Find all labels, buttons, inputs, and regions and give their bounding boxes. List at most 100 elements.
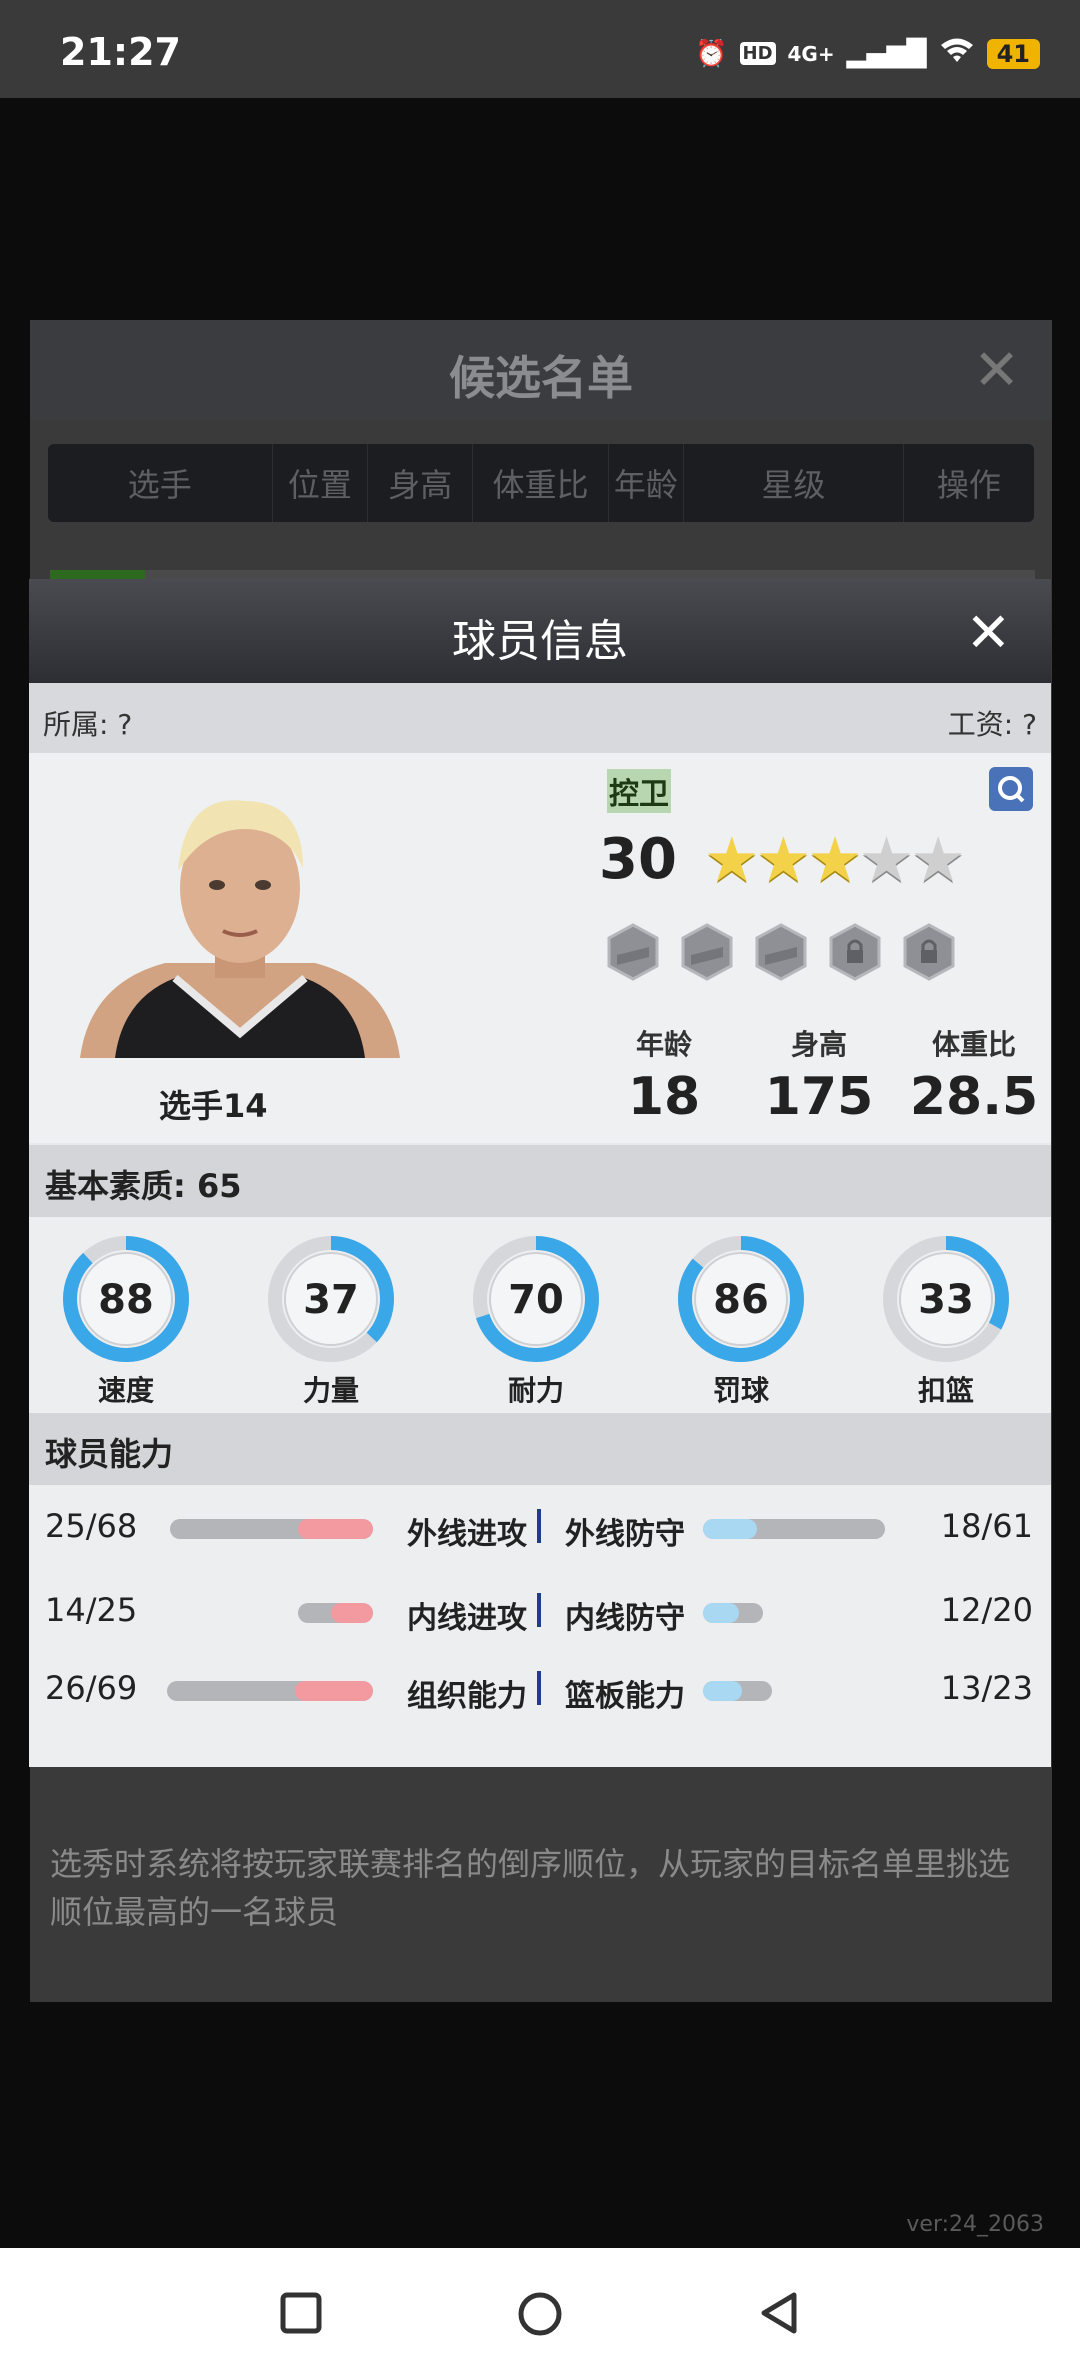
bio-height-value: 175 [764, 1067, 874, 1127]
column-age: 年龄 [609, 444, 685, 522]
basic-quality-title: 基本素质: 65 [45, 1167, 242, 1205]
left-ability-bar [169, 1519, 373, 1539]
basic-stat-gauges: 88 速度 37 力量 70 耐力 86 罚球 33 扣篮 [29, 1217, 1051, 1413]
bio-height-label: 身高 [790, 1028, 847, 1061]
gauge-label: 罚球 [712, 1374, 769, 1407]
gauge-label: 速度 [97, 1374, 154, 1407]
stat-gauge: 37 力量 [256, 1231, 406, 1409]
bio-weight-ratio: 体重比 28.5 [899, 1023, 1049, 1127]
bio-age-value: 18 [627, 1067, 701, 1127]
gauge-value: 70 [508, 1277, 564, 1323]
player-avatar [75, 783, 405, 1063]
left-ability-name: 外线进攻 [407, 1517, 527, 1552]
gauge-value: 33 [918, 1277, 974, 1323]
dialog-body: 所属: ? 工资: ? 选手14 控卫 30 ★★★★★ 年龄 18 身高 17… [29, 683, 1051, 1767]
search-icon[interactable] [989, 767, 1033, 811]
ability-row: 14/25 内线进攻 内线防守 12/20 [29, 1581, 1051, 1641]
player-profile: 选手14 控卫 30 ★★★★★ 年龄 18 身高 175 体重比 28.5 [29, 753, 1051, 1143]
alarm-icon: ⏰ [695, 38, 728, 69]
network-label: 4G+ [787, 41, 835, 66]
gauge-label: 力量 [302, 1374, 359, 1407]
left-ability-bar [298, 1603, 373, 1623]
column-position: 位置 [273, 444, 369, 522]
stat-gauge: 33 扣篮 [871, 1231, 1021, 1409]
column-player: 选手 [48, 444, 273, 522]
candidate-list-columns: 选手 位置 身高 体重比 年龄 星级 操作 [48, 444, 1034, 522]
player-info-dialog: 球员信息 ✕ 所属: ? 工资: ? 选手14 控卫 30 ★★★★★ 年龄 1… [29, 579, 1051, 1767]
ability-divider [537, 1509, 541, 1543]
skill-slot-icon[interactable] [607, 923, 659, 981]
bio-height: 身高 175 [744, 1023, 894, 1127]
locked-skill-icon[interactable] [903, 923, 955, 981]
home-icon[interactable] [516, 2290, 564, 2342]
position-badge: 控卫 [607, 769, 671, 813]
left-ability-value: 26/69 [45, 1669, 138, 1707]
candidate-list-title: 候选名单 [449, 351, 633, 405]
gauge-value: 37 [303, 1277, 359, 1323]
gauge-value: 88 [98, 1277, 154, 1323]
locked-skill-icon[interactable] [829, 923, 881, 981]
stat-gauge: 88 速度 [51, 1231, 201, 1409]
skill-slot-icon[interactable] [755, 923, 807, 981]
ability-divider [537, 1671, 541, 1705]
overall-rating: 30 [599, 827, 677, 892]
left-ability-bar [167, 1681, 373, 1701]
right-ability-value: 13/23 [940, 1669, 1033, 1707]
basic-quality-header: 基本素质: 65 [29, 1145, 1051, 1217]
ability-divider [537, 1593, 541, 1627]
bio-age: 年龄 18 [589, 1023, 739, 1127]
dialog-title: 球员信息 [452, 616, 628, 667]
column-weight-ratio: 体重比 [473, 444, 609, 522]
bio-stats: 年龄 18 身高 175 体重比 28.5 [589, 1023, 1049, 1127]
right-ability-name: 内线防守 [565, 1601, 685, 1636]
ability-title: 球员能力 [45, 1435, 174, 1473]
skill-badges [607, 923, 955, 981]
column-height: 身高 [368, 444, 474, 522]
battery-icon: 41 [986, 38, 1040, 69]
candidate-list-close-icon[interactable]: ✕ [973, 338, 1020, 403]
left-ability-name: 内线进攻 [407, 1601, 527, 1636]
bio-weight-ratio-label: 体重比 [931, 1028, 1016, 1061]
column-stars: 星级 [684, 444, 904, 522]
left-ability-value: 14/25 [45, 1591, 138, 1629]
draft-rule-note: 选秀时系统将按玩家联赛排名的倒序顺位，从玩家的目标名单里挑选顺位最高的一名球员 [50, 1845, 1011, 1931]
ability-row: 26/69 组织能力 篮板能力 13/23 [29, 1659, 1051, 1719]
ability-row: 25/68 外线进攻 外线防守 18/61 [29, 1497, 1051, 1557]
affiliation-label: 所属: ? [43, 708, 133, 741]
bio-weight-ratio-value: 28.5 [909, 1067, 1039, 1127]
close-icon[interactable]: ✕ [966, 601, 1011, 664]
ability-list: 25/68 外线进攻 外线防守 18/61 14/25 内线进攻 内线防守 12/20 26/6… [29, 1485, 1051, 1767]
clock: 21:27 [60, 30, 181, 74]
recents-icon[interactable] [278, 2290, 324, 2340]
right-ability-name: 篮板能力 [565, 1679, 685, 1714]
signal-icon: ▂▄▆█ [846, 38, 927, 69]
gauge-label: 扣篮 [917, 1374, 974, 1407]
star-rating: ★★★★★ [704, 823, 966, 896]
dialog-header: 球员信息 ✕ [29, 579, 1051, 683]
version-label: ver:24_2063 [906, 2212, 1044, 2237]
skill-slot-icon[interactable] [681, 923, 733, 981]
salary-label: 工资: ? [947, 708, 1037, 741]
gauge-label: 耐力 [507, 1374, 564, 1407]
affiliation-row: 所属: ? 工资: ? [29, 683, 1051, 753]
left-ability-name: 组织能力 [407, 1679, 527, 1714]
right-ability-value: 18/61 [940, 1507, 1033, 1545]
star-empty-icon: ★ [858, 823, 915, 896]
star-filled-icon: ★ [704, 823, 760, 896]
status-bar: 21:27 ⏰ HD 4G+ ▂▄▆█ 41 [0, 0, 1080, 98]
bio-age-label: 年龄 [635, 1028, 692, 1061]
right-ability-bar [703, 1519, 886, 1539]
back-icon[interactable] [756, 2290, 802, 2340]
star-filled-icon: ★ [755, 823, 812, 896]
system-nav-bar [0, 2248, 1080, 2376]
hd-icon: HD [739, 42, 776, 65]
ability-header: 球员能力 [29, 1413, 1051, 1485]
star-filled-icon: ★ [807, 823, 863, 896]
wifi-icon [939, 36, 975, 71]
right-ability-bar [703, 1603, 763, 1623]
column-action: 操作 [936, 466, 1001, 504]
right-ability-value: 12/20 [940, 1591, 1033, 1629]
star-empty-icon: ★ [910, 823, 966, 896]
status-icons: ⏰ HD 4G+ ▂▄▆█ 41 [695, 36, 1040, 71]
stat-gauge: 70 耐力 [461, 1231, 611, 1409]
